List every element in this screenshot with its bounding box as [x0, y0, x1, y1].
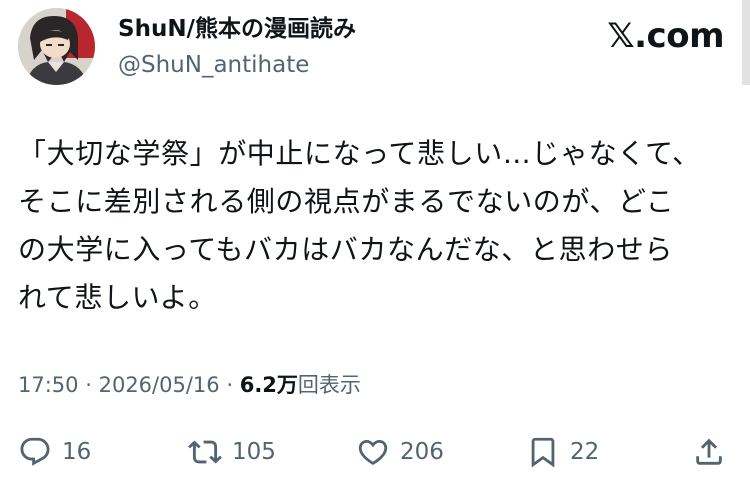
repost-count: 105 — [232, 439, 276, 465]
share-button[interactable] — [692, 430, 726, 474]
repost-icon — [188, 440, 222, 464]
bookmark-button[interactable]: 22 — [526, 430, 599, 474]
share-icon — [696, 438, 722, 465]
avatar-image — [18, 8, 95, 85]
tweet-text: 「大切な学祭」が中止になって悲しい…じゃなくて、 そこに差別される側の視点がまる… — [18, 130, 728, 322]
user-handle[interactable]: @ShuN_antihate — [118, 50, 356, 80]
avatar[interactable] — [18, 8, 95, 85]
action-bar: 16 105 206 22 — [18, 430, 730, 474]
tweet-time[interactable]: 17:50 — [18, 373, 79, 397]
scrollbar[interactable] — [742, 0, 750, 85]
repost-button[interactable]: 105 — [188, 430, 276, 474]
heart-icon — [358, 439, 388, 465]
tweet-header: ShuN/熊本の漫画読み @ShuN_antihate 𝕏.com — [18, 8, 738, 86]
like-count: 206 — [400, 439, 444, 465]
tweet-line: 「大切な学祭」が中止になって悲しい…じゃなくて、 — [18, 137, 701, 170]
meta-separator: · — [85, 373, 92, 397]
tweet-line: の大学に入ってもバカはバカなんだな、と思わせら — [18, 233, 674, 266]
meta-separator: · — [226, 373, 234, 397]
tweet-date[interactable]: 2026/05/16 — [99, 373, 220, 397]
views-label: 回表示 — [297, 373, 361, 397]
tweet-line: そこに差別される側の視点がまるでないのが、どこ — [18, 185, 675, 218]
reply-count: 16 — [62, 439, 92, 465]
tweet-meta: 17:50 · 2026/05/16 · 6.2万回表示 — [18, 370, 361, 400]
reply-icon — [20, 437, 50, 466]
tweet-line: れて悲しいよ。 — [18, 281, 217, 314]
reply-button[interactable]: 16 — [18, 430, 91, 474]
bookmark-count: 22 — [570, 439, 600, 465]
views-count: 6.2万 — [239, 373, 298, 397]
like-button[interactable]: 206 — [356, 430, 444, 474]
display-name[interactable]: ShuN/熊本の漫画読み — [118, 14, 356, 44]
bookmark-icon — [531, 437, 555, 468]
x-logo: 𝕏.com — [607, 16, 724, 56]
